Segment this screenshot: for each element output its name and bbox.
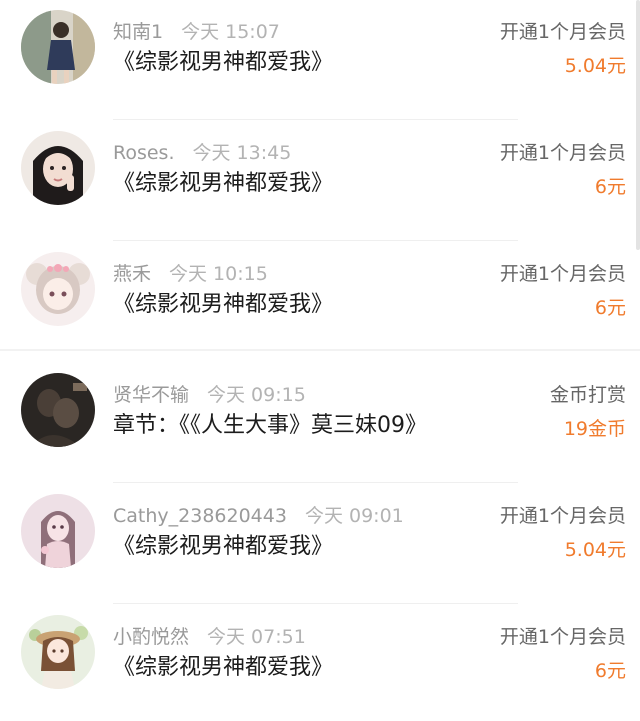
action-label: 金币打赏 bbox=[549, 384, 626, 406]
list-item[interactable]: 燕禾 今天 10:15 《综影视男神都爱我》 开通1个月会员 6元 bbox=[0, 242, 640, 362]
row-meta: 知南1 今天 15:07 bbox=[113, 18, 280, 46]
timestamp: 今天 09:15 bbox=[207, 384, 306, 406]
list-item[interactable]: Roses. 今天 13:45 《综影视男神都爱我》 开通1个月会员 6元 bbox=[0, 121, 640, 241]
action-label: 开通1个月会员 bbox=[499, 142, 626, 164]
row-meta: Roses. 今天 13:45 bbox=[113, 139, 291, 167]
amount: 19金币 bbox=[563, 418, 626, 440]
avatar[interactable] bbox=[21, 615, 95, 689]
user-name[interactable]: 小酌悦然 bbox=[113, 626, 189, 648]
list-item[interactable]: 贤华不输 今天 09:15 章节：《《人生大事》莫三妹09》 金币打赏 19金币 bbox=[0, 363, 640, 483]
list-item[interactable]: 小酌悦然 今天 07:51 《综影视男神都爱我》 开通1个月会员 6元 bbox=[0, 605, 640, 721]
amount: 6元 bbox=[594, 660, 626, 682]
divider bbox=[113, 603, 518, 604]
scrollbar[interactable] bbox=[636, 0, 640, 250]
user-name[interactable]: 燕禾 bbox=[113, 263, 151, 285]
book-title[interactable]: 《综影视男神都爱我》 bbox=[113, 651, 333, 685]
action-label: 开通1个月会员 bbox=[499, 263, 626, 285]
book-title[interactable]: 《综影视男神都爱我》 bbox=[113, 46, 333, 80]
book-title[interactable]: 《综影视男神都爱我》 bbox=[113, 530, 333, 564]
row-meta: 燕禾 今天 10:15 bbox=[113, 260, 268, 288]
row-meta: Cathy_238620443 今天 09:01 bbox=[113, 502, 404, 530]
user-name[interactable]: 贤华不输 bbox=[113, 384, 189, 406]
avatar[interactable] bbox=[21, 131, 95, 205]
divider bbox=[113, 482, 518, 483]
book-title[interactable]: 《综影视男神都爱我》 bbox=[113, 167, 333, 201]
avatar[interactable] bbox=[21, 373, 95, 447]
divider bbox=[113, 119, 518, 120]
amount: 5.04元 bbox=[564, 55, 626, 77]
timestamp: 今天 07:51 bbox=[207, 626, 306, 648]
timestamp: 今天 09:01 bbox=[304, 505, 404, 527]
timestamp: 今天 13:45 bbox=[192, 142, 292, 164]
amount: 6元 bbox=[594, 297, 626, 319]
avatar[interactable] bbox=[21, 252, 95, 326]
list-item[interactable]: Cathy_238620443 今天 09:01 《综影视男神都爱我》 开通1个月… bbox=[0, 484, 640, 604]
divider bbox=[113, 240, 518, 241]
list-item[interactable]: 知南1 今天 15:07 《综影视男神都爱我》 开通1个月会员 5.04元 bbox=[0, 0, 640, 120]
timestamp: 今天 15:07 bbox=[181, 21, 280, 43]
section-divider bbox=[0, 349, 640, 351]
row-meta: 小酌悦然 今天 07:51 bbox=[113, 623, 306, 651]
row-meta: 贤华不输 今天 09:15 bbox=[113, 381, 306, 409]
book-title[interactable]: 《综影视男神都爱我》 bbox=[113, 288, 333, 322]
action-label: 开通1个月会员 bbox=[499, 505, 626, 527]
user-name[interactable]: Cathy_238620443 bbox=[113, 505, 287, 527]
chapter-title[interactable]: 章节：《《人生大事》莫三妹09》 bbox=[113, 409, 427, 443]
avatar[interactable] bbox=[21, 494, 95, 568]
amount: 6元 bbox=[594, 176, 626, 198]
user-name[interactable]: Roses. bbox=[113, 142, 175, 164]
amount: 5.04元 bbox=[564, 539, 626, 561]
supporter-list: 知南1 今天 15:07 《综影视男神都爱我》 开通1个月会员 5.04元 Ros… bbox=[0, 0, 640, 721]
avatar[interactable] bbox=[21, 10, 95, 84]
timestamp: 今天 10:15 bbox=[169, 263, 268, 285]
action-label: 开通1个月会员 bbox=[499, 626, 626, 648]
action-label: 开通1个月会员 bbox=[499, 21, 626, 43]
user-name[interactable]: 知南1 bbox=[113, 21, 163, 43]
